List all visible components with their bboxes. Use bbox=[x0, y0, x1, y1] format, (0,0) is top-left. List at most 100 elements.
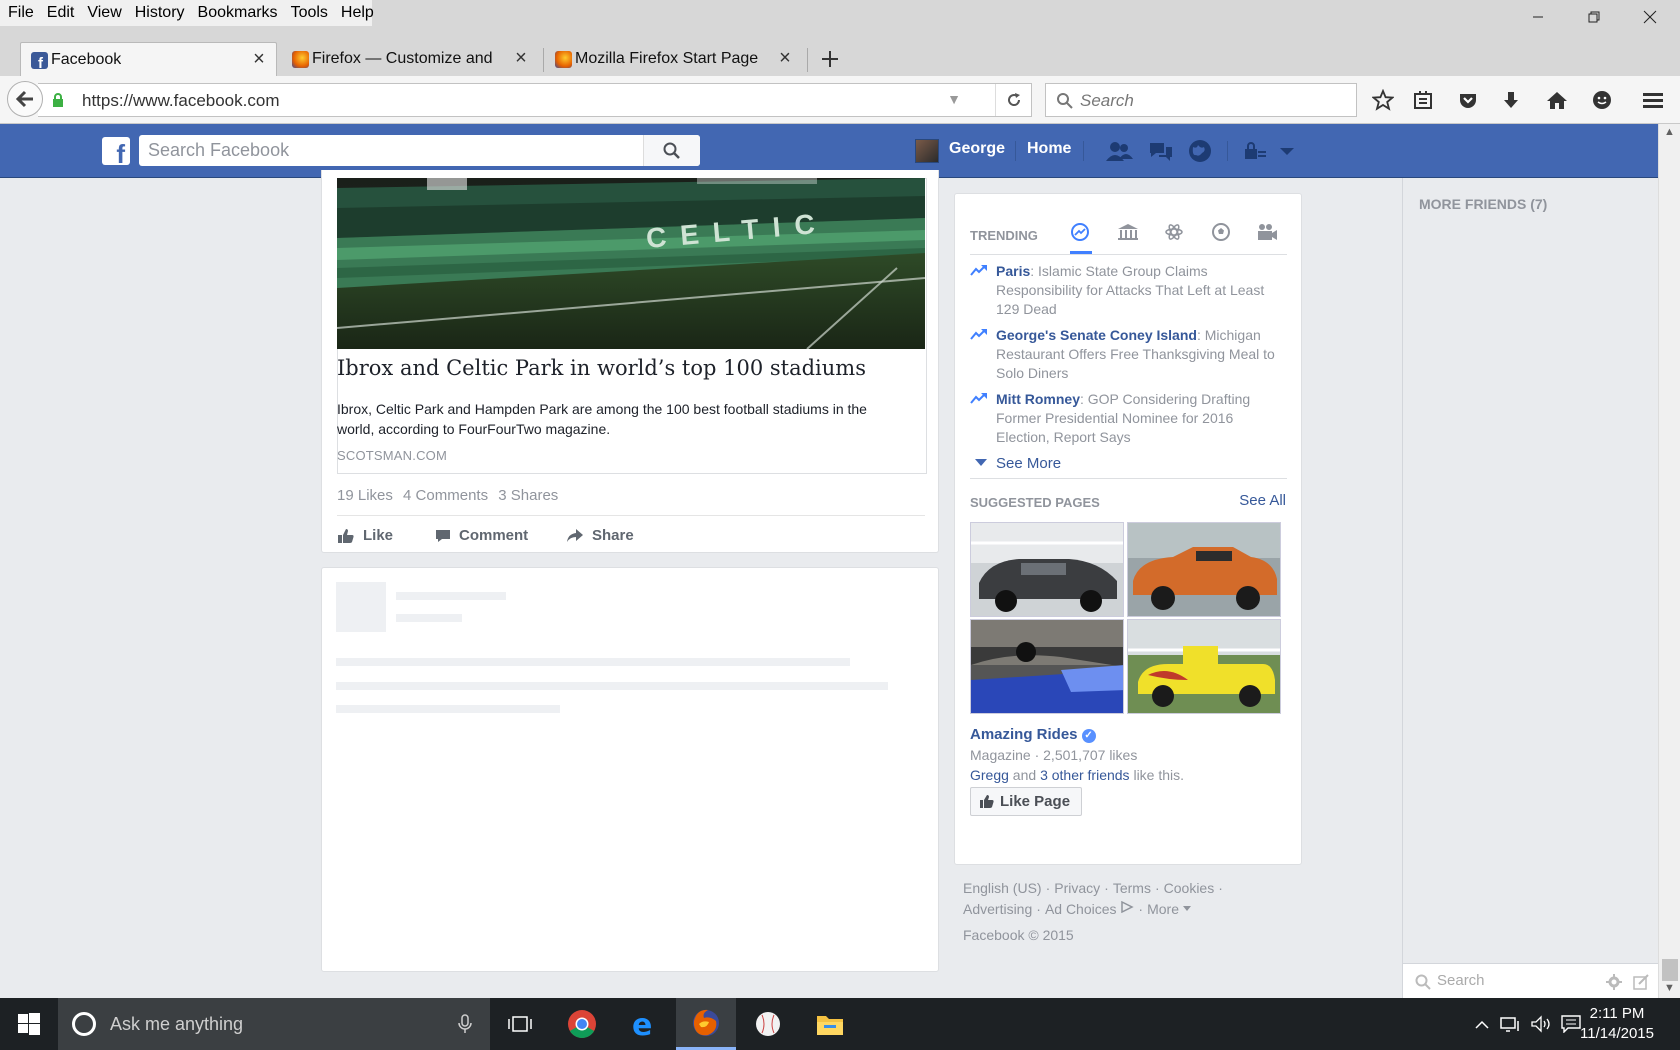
trending-entertainment-icon[interactable] bbox=[1256, 222, 1278, 244]
menu-help[interactable]: Help bbox=[335, 0, 381, 26]
system-clock[interactable]: 2:11 PM 11/14/2015 bbox=[1580, 1004, 1654, 1044]
trending-item[interactable]: Paris: Islamic State Group Claims Respon… bbox=[970, 262, 1285, 319]
page-photo[interactable] bbox=[970, 522, 1124, 617]
scrollbar-thumb[interactable] bbox=[1662, 959, 1678, 981]
footer-link-cookies[interactable]: Cookies bbox=[1164, 880, 1215, 896]
url-dropdown-icon[interactable]: ▼ bbox=[947, 91, 961, 107]
pocket-icon[interactable] bbox=[1455, 87, 1481, 113]
action-center-button[interactable] bbox=[1558, 998, 1584, 1050]
gear-icon[interactable] bbox=[1606, 974, 1622, 990]
scroll-up-arrow-icon[interactable]: ▲ bbox=[1664, 126, 1675, 138]
network-icon[interactable] bbox=[1498, 998, 1524, 1050]
hello-icon[interactable] bbox=[1589, 87, 1615, 113]
footer-link-terms[interactable]: Terms bbox=[1113, 880, 1151, 896]
friend-link[interactable]: Gregg bbox=[970, 767, 1009, 783]
menu-history[interactable]: History bbox=[129, 0, 192, 26]
task-view-button[interactable] bbox=[490, 998, 550, 1050]
header-divider bbox=[1227, 141, 1228, 161]
new-tab-button[interactable] bbox=[815, 44, 845, 74]
cortana-search-box[interactable]: Ask me anything bbox=[58, 998, 490, 1050]
menu-tools[interactable]: Tools bbox=[285, 0, 335, 26]
show-hidden-icons-chevron-icon[interactable] bbox=[1470, 998, 1494, 1050]
menu-file[interactable]: File bbox=[2, 0, 41, 26]
search-button[interactable] bbox=[643, 135, 700, 166]
trending-science-icon[interactable] bbox=[1164, 222, 1186, 244]
tab-facebook[interactable]: f Facebook × bbox=[20, 42, 277, 76]
chat-search-input[interactable]: Search bbox=[1403, 963, 1659, 998]
footer-link-privacy[interactable]: Privacy bbox=[1054, 880, 1100, 896]
footer-link-language[interactable]: English (US) bbox=[963, 880, 1042, 896]
trending-topic[interactable]: George's Senate Coney Island bbox=[996, 327, 1197, 343]
friend-requests-icon[interactable] bbox=[1105, 139, 1133, 163]
footer-link-advertising[interactable]: Advertising bbox=[963, 901, 1032, 917]
tab-title: Firefox — Customize and ... bbox=[312, 50, 497, 67]
menu-edit[interactable]: Edit bbox=[41, 0, 82, 26]
start-button[interactable] bbox=[0, 998, 58, 1050]
stadium-image[interactable]: CELTIC bbox=[337, 178, 925, 349]
tab-firefox-start[interactable]: Mozilla Firefox Start Page × bbox=[545, 42, 802, 76]
likes-count[interactable]: 19 Likes bbox=[337, 487, 393, 504]
page-photo[interactable] bbox=[1127, 522, 1281, 617]
download-icon[interactable] bbox=[1498, 87, 1524, 113]
trending-topic[interactable]: Mitt Romney bbox=[996, 391, 1080, 407]
trending-sports-icon[interactable] bbox=[1211, 222, 1233, 244]
profile-link[interactable]: George bbox=[949, 140, 1005, 158]
dot-separator: · bbox=[1104, 880, 1109, 896]
like-button[interactable]: Like bbox=[337, 527, 393, 544]
shares-count[interactable]: 3 Shares bbox=[498, 487, 558, 504]
news-feed-post: CELTIC Ibrox and Celtic Park in world’s … bbox=[321, 170, 939, 553]
url-bar[interactable]: https://www.facebook.com ▼ bbox=[38, 83, 1032, 117]
taskbar-app-ball[interactable] bbox=[738, 998, 798, 1050]
link-title[interactable]: Ibrox and Celtic Park in world’s top 100… bbox=[337, 356, 866, 380]
tab-firefox-customize[interactable]: Firefox — Customize and ... × bbox=[282, 42, 538, 76]
taskbar-file-explorer[interactable] bbox=[800, 998, 860, 1050]
messages-icon[interactable] bbox=[1146, 139, 1172, 163]
home-link[interactable]: Home bbox=[1027, 140, 1071, 158]
avatar[interactable] bbox=[915, 139, 939, 163]
trending-item[interactable]: George's Senate Coney Island: Michigan R… bbox=[970, 326, 1285, 383]
page-scrollbar[interactable]: ▲ ▼ bbox=[1658, 124, 1680, 998]
tab-close-icon[interactable]: × bbox=[774, 47, 796, 69]
menu-bookmarks[interactable]: Bookmarks bbox=[192, 0, 285, 26]
comments-count[interactable]: 4 Comments bbox=[403, 487, 488, 504]
other-friends-link[interactable]: 3 other friends bbox=[1040, 767, 1130, 783]
footer-link-more[interactable]: More bbox=[1147, 901, 1179, 917]
scroll-down-arrow-icon[interactable]: ▼ bbox=[1664, 982, 1675, 994]
home-icon[interactable] bbox=[1544, 87, 1570, 113]
bookmarks-menu-icon[interactable] bbox=[1410, 87, 1436, 113]
trending-topic[interactable]: Paris bbox=[996, 263, 1030, 279]
notifications-globe-icon[interactable] bbox=[1187, 139, 1213, 163]
hamburger-menu-icon[interactable] bbox=[1640, 87, 1666, 113]
facebook-logo-icon[interactable]: f bbox=[102, 137, 130, 165]
browser-search-input[interactable]: Search bbox=[1045, 83, 1357, 117]
share-button[interactable]: Share bbox=[566, 527, 634, 544]
page-photo[interactable] bbox=[970, 619, 1124, 714]
privacy-shortcuts-icon[interactable] bbox=[1243, 139, 1269, 163]
compose-icon[interactable] bbox=[1633, 974, 1649, 990]
page-photo[interactable] bbox=[1127, 619, 1281, 714]
taskbar-chrome[interactable] bbox=[552, 998, 612, 1050]
see-all-link[interactable]: See All bbox=[1239, 492, 1286, 509]
more-friends-heading[interactable]: MORE FRIENDS (7) bbox=[1419, 196, 1547, 212]
reload-button[interactable] bbox=[995, 84, 1031, 116]
microphone-icon[interactable] bbox=[458, 1014, 472, 1034]
volume-icon[interactable] bbox=[1528, 998, 1554, 1050]
tab-close-icon[interactable]: × bbox=[248, 48, 270, 70]
taskbar-firefox[interactable] bbox=[676, 998, 736, 1050]
trending-politics-icon[interactable] bbox=[1117, 222, 1139, 244]
account-menu-icon[interactable] bbox=[1277, 139, 1303, 163]
see-more-link[interactable]: See More bbox=[970, 455, 1061, 472]
trending-top-icon[interactable] bbox=[1070, 222, 1092, 244]
like-page-button[interactable]: Like Page bbox=[970, 787, 1082, 816]
comment-button[interactable]: Comment bbox=[435, 527, 528, 544]
facebook-search-input[interactable]: Search Facebook bbox=[139, 135, 700, 166]
taskbar-edge[interactable]: e bbox=[614, 998, 674, 1050]
back-button[interactable] bbox=[7, 81, 43, 117]
suggested-page-name[interactable]: Amazing Rides ✓ bbox=[970, 726, 1096, 743]
bookmark-star-icon[interactable] bbox=[1370, 87, 1396, 113]
menu-view[interactable]: View bbox=[81, 0, 128, 26]
trending-item[interactable]: Mitt Romney: GOP Considering Drafting Fo… bbox=[970, 390, 1285, 447]
trending-headline: : Islamic State Group Claims Responsibil… bbox=[996, 263, 1265, 317]
tab-close-icon[interactable]: × bbox=[510, 47, 532, 69]
footer-link-ad-choices[interactable]: Ad Choices bbox=[1045, 901, 1117, 917]
